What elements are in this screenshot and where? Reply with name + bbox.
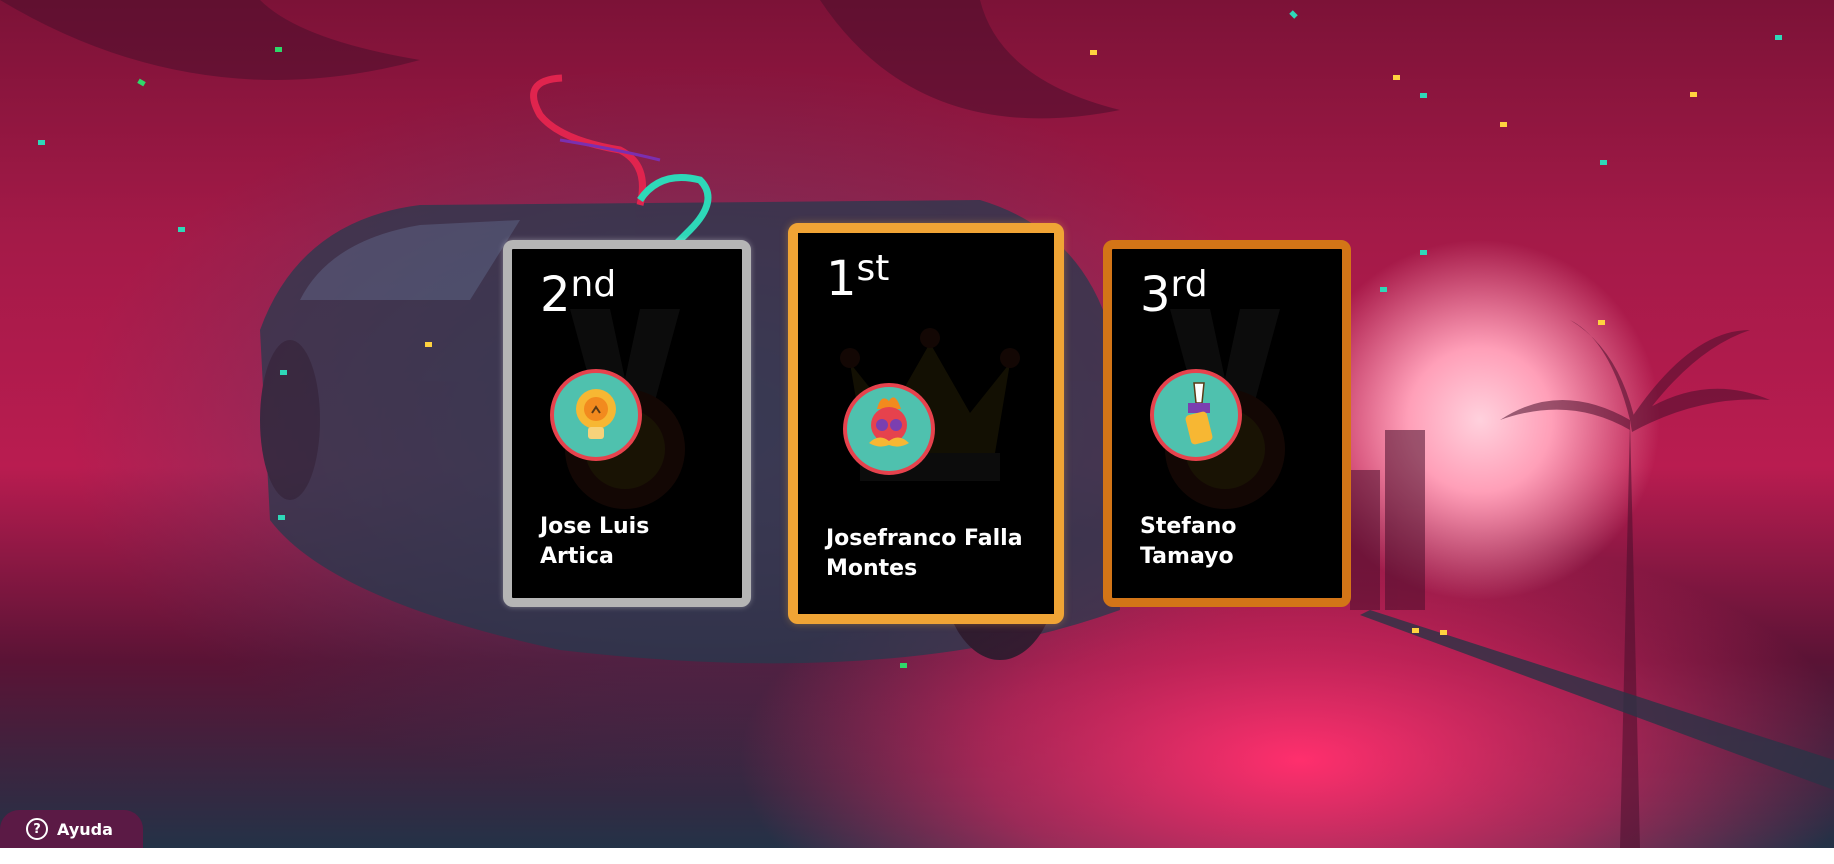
place-label: 1st	[826, 251, 889, 304]
podium-card-first: 1st Josefranco Falla Montes	[788, 223, 1064, 624]
confetti-piece	[900, 663, 907, 668]
confetti-piece	[1690, 92, 1697, 97]
confetti-piece	[1380, 287, 1387, 292]
player-name-line1: Jose Luis	[540, 514, 650, 539]
player-name: Stefano Tamayo	[1140, 512, 1340, 572]
confetti-piece	[278, 515, 285, 520]
confetti-piece	[1598, 320, 1605, 325]
confetti-piece	[38, 140, 45, 145]
confetti-piece	[280, 370, 287, 375]
confetti-piece	[1090, 50, 1097, 55]
player-name-line1: Josefranco Falla	[826, 526, 1023, 551]
confetti-piece	[1600, 160, 1607, 165]
lightbulb-icon	[550, 369, 642, 461]
fountain-pen-icon	[1150, 369, 1242, 461]
player-name-line1: Stefano	[1140, 514, 1237, 539]
confetti-piece	[1775, 35, 1782, 40]
player-name: Jose Luis Artica	[540, 512, 740, 572]
confetti-piece	[1440, 630, 1447, 635]
confetti-piece	[1420, 250, 1427, 255]
place-suffix: st	[856, 248, 890, 289]
confetti-piece	[178, 227, 185, 232]
help-button-label: Ayuda	[57, 819, 113, 839]
confetti-piece	[1412, 628, 1419, 633]
confetti-piece	[1393, 75, 1400, 80]
player-name-line2: Artica	[540, 544, 614, 569]
podium-card-second: 2nd Jose Luis Artica	[503, 240, 751, 607]
podium-card-third: 3rd Stefano Tamayo	[1103, 240, 1351, 607]
confetti-piece	[1500, 122, 1507, 127]
confetti-piece	[275, 47, 282, 52]
player-name-line2: Montes	[826, 556, 918, 581]
help-circle-icon: ?	[26, 818, 48, 840]
confetti-piece	[425, 342, 432, 347]
skull-mustache-icon	[843, 383, 935, 475]
place-number: 1	[826, 251, 857, 307]
confetti-piece	[1420, 93, 1427, 98]
help-button[interactable]: ? Ayuda	[0, 810, 143, 848]
player-name: Josefranco Falla Montes	[826, 524, 1046, 584]
player-name-line2: Tamayo	[1140, 544, 1234, 569]
